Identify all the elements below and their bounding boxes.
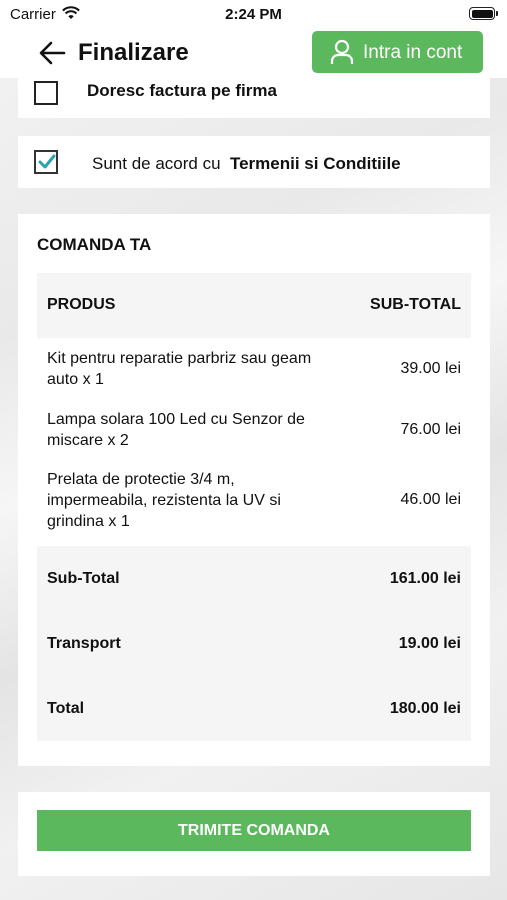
- terms-prefix: Sunt de acord cu: [92, 154, 221, 173]
- order-item-price: 39.00 lei: [400, 360, 462, 377]
- column-header-subtotal: SUB-TOTAL: [370, 296, 461, 313]
- login-button-label: Intra in cont: [363, 42, 463, 63]
- terms-text: Sunt de acord cu Termenii si Conditiile: [92, 154, 401, 174]
- order-item-name: Lampa solara 100 Led cu Senzor de miscar…: [47, 411, 305, 449]
- invoice-option-card: Doresc factura pe firma: [18, 78, 490, 118]
- order-item-price: 46.00 lei: [400, 491, 462, 508]
- subtotal-value: 161.00 lei: [389, 570, 461, 587]
- column-header-product: PRODUS: [47, 296, 116, 313]
- transport-value: 19.00 lei: [398, 635, 461, 652]
- page-title: Finalizare: [78, 39, 189, 66]
- terms-card: Sunt de acord cu Termenii si Conditiile: [18, 136, 490, 188]
- order-item-name: Kit pentru reparatie parbriz sau geam au…: [47, 350, 312, 388]
- order-item-row: Lampa solara 100 Led cu Senzor de miscar…: [37, 409, 471, 457]
- login-button[interactable]: Intra in cont: [312, 31, 483, 73]
- status-bar: Carrier 2:24 PM: [0, 0, 507, 28]
- total-label: Total: [47, 700, 85, 717]
- back-arrow-icon[interactable]: [38, 40, 66, 66]
- order-totals: Sub-Total 161.00 lei Transport 19.00 lei…: [37, 546, 471, 741]
- order-item-name: Prelata de protectie 3/4 m, impermeabila…: [47, 471, 281, 530]
- subtotal-row: Sub-Total 161.00 lei: [37, 546, 471, 611]
- order-item-price: 76.00 lei: [400, 421, 462, 438]
- order-item-row: Prelata de protectie 3/4 m, impermeabila…: [37, 469, 471, 535]
- app-header: Finalizare Intra in cont: [0, 28, 507, 78]
- terms-link[interactable]: Termenii si Conditiile: [230, 154, 401, 173]
- total-row: Total 180.00 lei: [37, 676, 471, 741]
- transport-label: Transport: [47, 635, 121, 652]
- order-title: COMANDA TA: [37, 235, 152, 254]
- order-card: COMANDA TA PRODUS SUB-TOTAL Kit pentru r…: [18, 214, 490, 766]
- invoice-option-label: Doresc factura pe firma: [87, 81, 277, 100]
- status-time: 2:24 PM: [225, 6, 282, 23]
- invoice-checkbox[interactable]: [34, 81, 58, 105]
- submit-card: TRIMITE COMANDA: [18, 792, 490, 876]
- submit-order-button[interactable]: TRIMITE COMANDA: [37, 810, 471, 851]
- checkmark-icon: [38, 154, 56, 169]
- user-icon: [330, 39, 354, 64]
- subtotal-label: Sub-Total: [47, 570, 120, 587]
- order-item-row: Kit pentru reparatie parbriz sau geam au…: [37, 348, 471, 396]
- battery-icon: [469, 7, 498, 20]
- total-value: 180.00 lei: [389, 700, 461, 717]
- transport-row: Transport 19.00 lei: [37, 611, 471, 676]
- terms-checkbox[interactable]: [34, 150, 58, 174]
- order-table-header: PRODUS SUB-TOTAL: [37, 273, 471, 338]
